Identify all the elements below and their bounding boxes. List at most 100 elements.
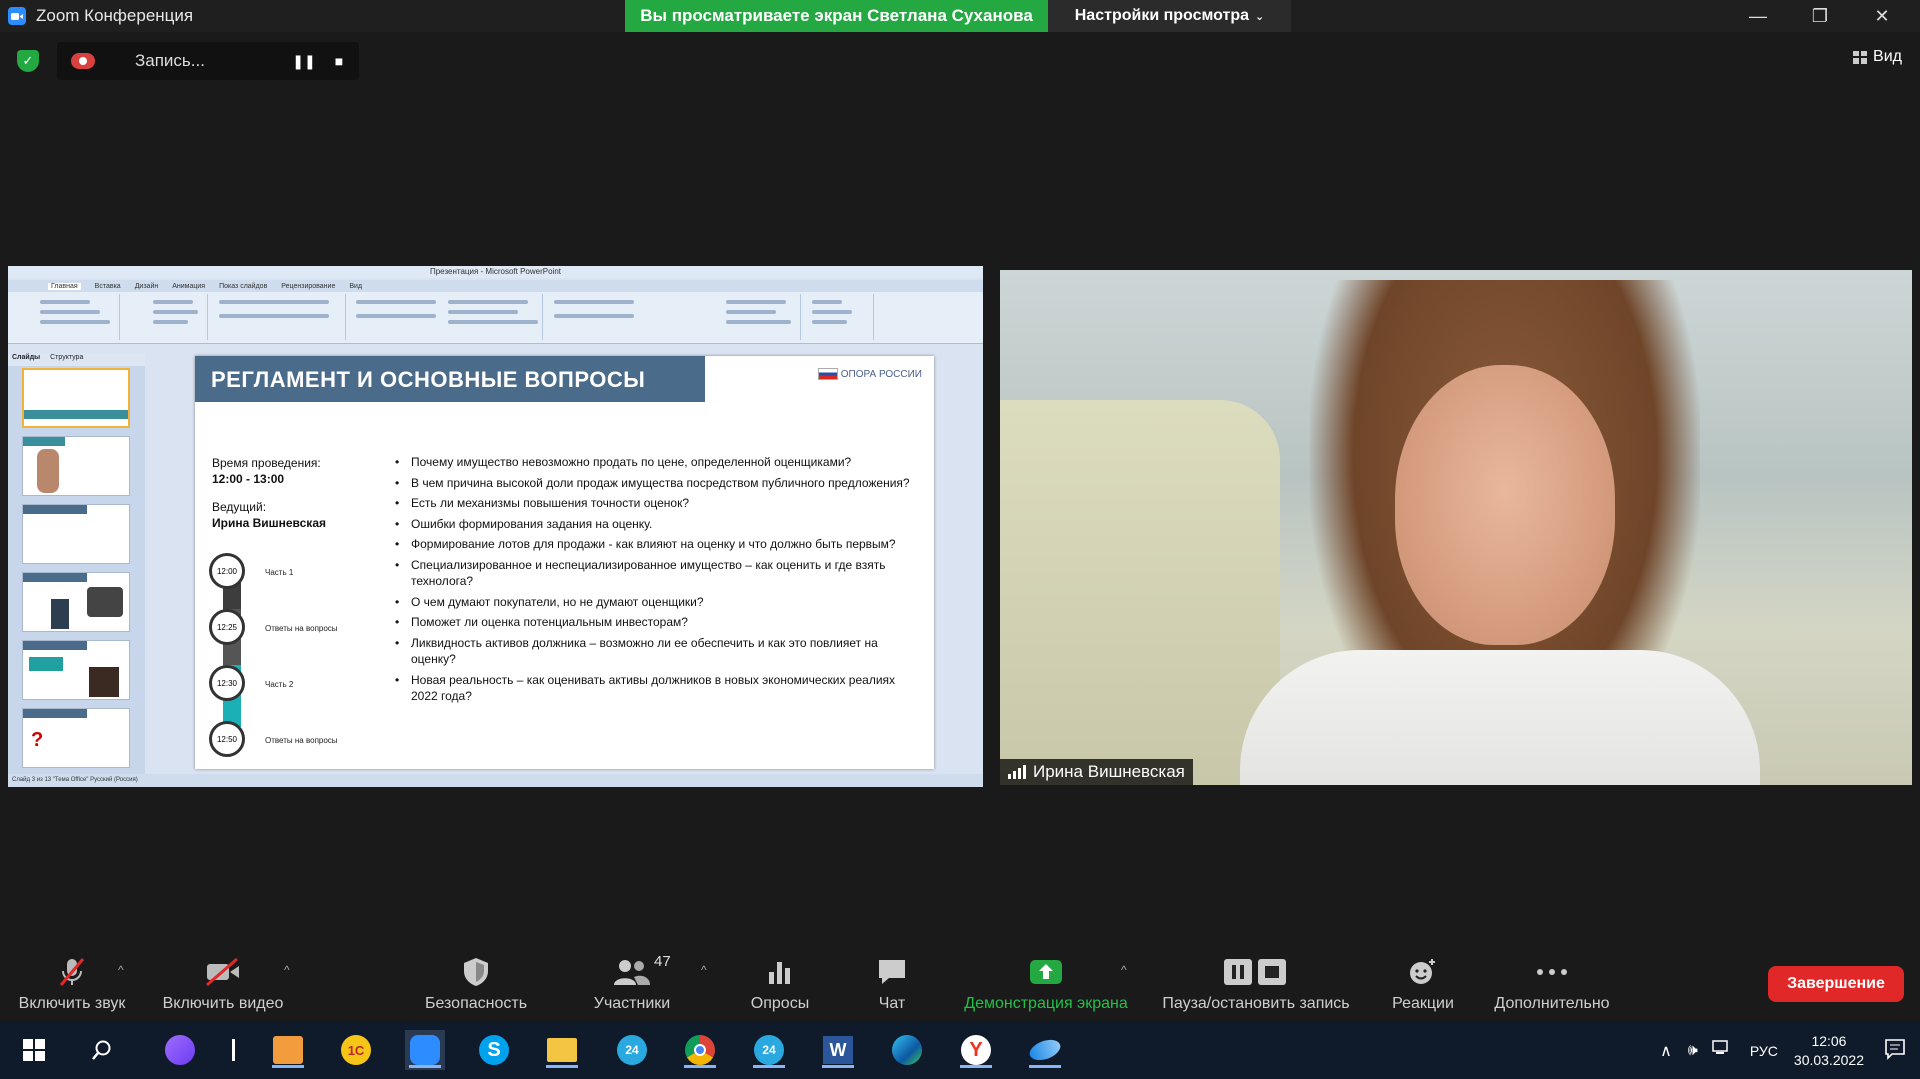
- ribbon-group: [348, 294, 543, 340]
- skype-icon[interactable]: S: [474, 1030, 514, 1070]
- ppt-tab: Вид: [349, 282, 363, 290]
- pause-stop-recording-button[interactable]: Пауза/остановить запись: [1154, 940, 1358, 1022]
- timeline-point: 12:25: [209, 609, 245, 645]
- windows-taskbar: 1С S 24 24 W Y ∧ 🕪 РУС 12:06 30.03.2022: [0, 1022, 1920, 1079]
- security-button[interactable]: Безопасность: [420, 940, 532, 1022]
- network-icon[interactable]: [1712, 1040, 1732, 1061]
- slide-thumbnail[interactable]: [22, 504, 130, 564]
- panel-tab-outline: Структура: [50, 354, 84, 361]
- slide-thumbnail[interactable]: [22, 368, 130, 428]
- schedule-timeline: 12:00 12:25 12:30 12:50: [209, 553, 249, 757]
- outlook-icon[interactable]: [268, 1030, 308, 1070]
- chevron-up-icon[interactable]: ∧: [1660, 1041, 1672, 1061]
- ppt-tab: Дизайн: [134, 282, 159, 290]
- volume-icon[interactable]: 🕪: [1688, 1042, 1698, 1060]
- panel-tabs: Слайды Структура: [8, 354, 145, 366]
- meeting-toolbar: Включить звук ^ Включить видео ^ Безопас…: [0, 940, 1920, 1022]
- logo-text: ОПОРА РОССИИ: [840, 368, 922, 380]
- share-screen-button[interactable]: Демонстрация экрана: [958, 940, 1134, 1022]
- edge-icon[interactable]: [887, 1030, 927, 1070]
- zoom-taskbar-icon[interactable]: [405, 1030, 445, 1070]
- audio-options-caret-icon[interactable]: ^: [118, 963, 124, 977]
- restore-button[interactable]: ❐: [1790, 0, 1850, 32]
- participant-video[interactable]: Ирина Вишневская: [1000, 270, 1912, 785]
- smiley-plus-icon: [1407, 955, 1439, 989]
- flag-icon: [817, 368, 838, 380]
- chrome-icon[interactable]: [680, 1030, 720, 1070]
- unmute-button[interactable]: Включить звук: [12, 940, 132, 1022]
- ppt-tab: Вставка: [94, 282, 121, 290]
- slide-thumbnail[interactable]: [22, 640, 130, 700]
- end-meeting-button[interactable]: Завершение: [1768, 966, 1904, 1002]
- close-button[interactable]: ✕: [1852, 0, 1912, 32]
- participant-face: [1395, 365, 1615, 645]
- pause-recording-button[interactable]: ❚❚: [292, 49, 316, 73]
- task-view-icon[interactable]: [213, 1030, 253, 1070]
- share-screen-icon: [1028, 955, 1064, 989]
- word-icon[interactable]: W: [818, 1030, 858, 1070]
- encryption-shield-icon[interactable]: ✓: [17, 50, 39, 72]
- slide-thumbnail[interactable]: ?: [22, 708, 130, 768]
- view-settings-button[interactable]: Настройки просмотра ⌄: [1048, 0, 1291, 32]
- alice-assistant-icon[interactable]: [160, 1030, 200, 1070]
- recording-label: Запись...: [135, 51, 205, 70]
- questions-list: Почему имущество невозможно продать по ц…: [395, 454, 915, 709]
- list-item: Поможет ли оценка потенциальным инвестор…: [395, 614, 915, 631]
- panel-tab-slides: Слайды: [12, 354, 41, 361]
- app-icon[interactable]: [1025, 1030, 1065, 1070]
- time-value: 12:00 - 13:00: [212, 472, 285, 486]
- chat-bubble-icon: [876, 955, 908, 989]
- list-item: В чем причина высокой доли продаж имущес…: [395, 475, 915, 492]
- clock-time: 12:06: [1811, 1032, 1847, 1049]
- shared-screen: Презентация - Microsoft PowerPoint Главн…: [8, 266, 983, 787]
- slide-thumbnail[interactable]: [22, 572, 130, 632]
- muted-mic-icon: [55, 955, 89, 989]
- file-explorer-icon[interactable]: [542, 1030, 582, 1070]
- yandex-browser-icon[interactable]: Y: [956, 1030, 996, 1070]
- ppt-tab: Рецензирование: [281, 282, 336, 290]
- cloud-recording-icon: [71, 53, 95, 69]
- slide-thumbnail[interactable]: [22, 436, 130, 496]
- notifications-icon[interactable]: [1884, 1038, 1906, 1065]
- timeline-label: Часть 1: [265, 568, 294, 577]
- polls-button[interactable]: Опросы: [738, 940, 822, 1022]
- participants-icon: 47: [586, 953, 678, 989]
- chair-background: [1000, 400, 1280, 785]
- 1c-icon[interactable]: 1С: [336, 1030, 376, 1070]
- windows-start-icon[interactable]: [14, 1030, 54, 1070]
- view-layout-button[interactable]: Вид: [1853, 48, 1902, 66]
- stop-recording-button[interactable]: ■: [327, 49, 351, 73]
- share-options-caret-icon[interactable]: ^: [1121, 963, 1127, 977]
- system-clock[interactable]: 12:06 30.03.2022: [1794, 1032, 1864, 1070]
- security-label: Безопасность: [424, 995, 528, 1012]
- bitrix24-icon[interactable]: 24: [749, 1030, 789, 1070]
- view-settings-label: Настройки просмотра: [1074, 7, 1250, 24]
- video-options-caret-icon[interactable]: ^: [284, 963, 290, 977]
- ribbon-group: [123, 294, 208, 340]
- opora-logo: ОПОРА РОССИИ: [817, 368, 922, 380]
- ppt-tab: Анимация: [172, 282, 206, 290]
- participants-count: 47: [654, 953, 671, 970]
- more-button[interactable]: Дополнительно: [1488, 940, 1616, 1022]
- list-item: Новая реальность – как оценивать активы …: [395, 672, 915, 705]
- input-language[interactable]: РУС: [1750, 1043, 1778, 1059]
- participants-options-caret-icon[interactable]: ^: [701, 963, 707, 977]
- start-video-button[interactable]: Включить видео: [158, 940, 288, 1022]
- timeline-point: 12:00: [209, 553, 245, 589]
- list-item: Ликвидность активов должника – возможно …: [395, 635, 915, 668]
- ribbon-group: [546, 294, 801, 340]
- chat-button[interactable]: Чат: [862, 940, 922, 1022]
- pause-stop-recording-label: Пауза/остановить запись: [1162, 995, 1350, 1012]
- host-label: Ведущий:: [212, 500, 267, 514]
- participants-button[interactable]: 47 Участники: [586, 940, 678, 1022]
- more-dots-icon: [1536, 955, 1568, 989]
- ribbon-group: [10, 294, 120, 340]
- reactions-button[interactable]: Реакции: [1382, 940, 1464, 1022]
- ppt-tab: Показ слайдов: [219, 282, 268, 290]
- minimize-button[interactable]: —: [1728, 0, 1788, 32]
- more-label: Дополнительно: [1494, 995, 1610, 1012]
- bitrix24-icon[interactable]: 24: [612, 1030, 652, 1070]
- search-icon[interactable]: [82, 1030, 122, 1070]
- unmute-label: Включить звук: [18, 995, 126, 1012]
- slide-title: РЕГЛАМЕНТ И ОСНОВНЫЕ ВОПРОСЫ: [211, 367, 646, 392]
